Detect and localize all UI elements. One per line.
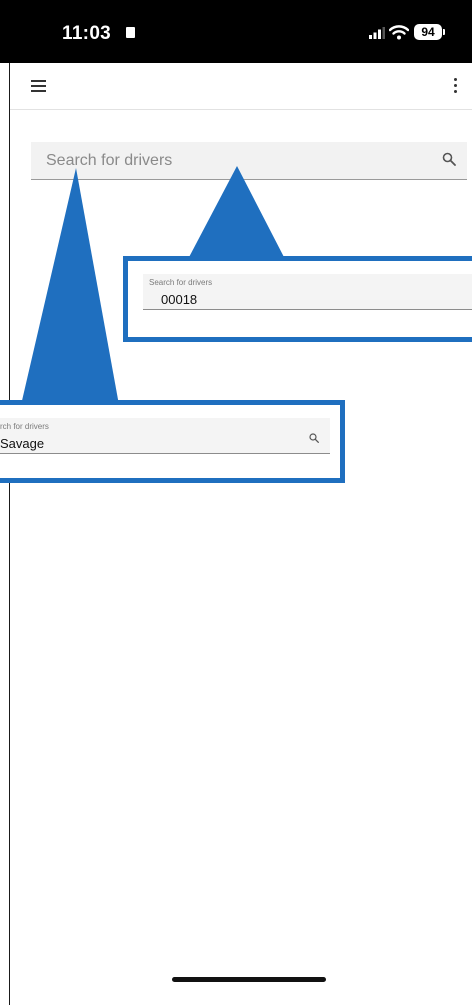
search-icon[interactable] — [442, 152, 456, 166]
wifi-icon — [389, 25, 409, 40]
driver-search-field[interactable] — [31, 142, 467, 180]
more-vert-icon[interactable] — [450, 78, 460, 94]
example-search-value: 00018 — [161, 292, 198, 307]
search-icon — [309, 433, 319, 443]
app-bar — [10, 63, 472, 110]
callout-arrow-left — [21, 168, 119, 405]
driver-search-input[interactable] — [31, 142, 446, 179]
hamburger-menu-icon[interactable] — [31, 80, 46, 92]
app-left-border — [9, 63, 10, 1005]
lock-icon — [126, 27, 135, 38]
callout-arrow-top — [187, 166, 286, 261]
status-time: 11:03 — [62, 23, 112, 44]
signal-icon — [369, 27, 385, 39]
example-search-label: Search for drivers — [149, 278, 213, 287]
example-search-field-id: Search for drivers 00018 — [143, 274, 472, 310]
status-bar: 11:03 94 — [0, 0, 472, 63]
example-search-value: Savage — [0, 436, 45, 451]
callout-name-search-example: rch for drivers Savage — [0, 400, 345, 483]
callout-id-search-example: Search for drivers 00018 — [123, 256, 472, 342]
home-indicator[interactable] — [172, 977, 326, 982]
battery-icon: 94 — [414, 24, 442, 40]
example-search-field-name: rch for drivers Savage — [0, 418, 330, 454]
battery-nub — [443, 29, 445, 35]
example-search-label: rch for drivers — [0, 422, 49, 431]
